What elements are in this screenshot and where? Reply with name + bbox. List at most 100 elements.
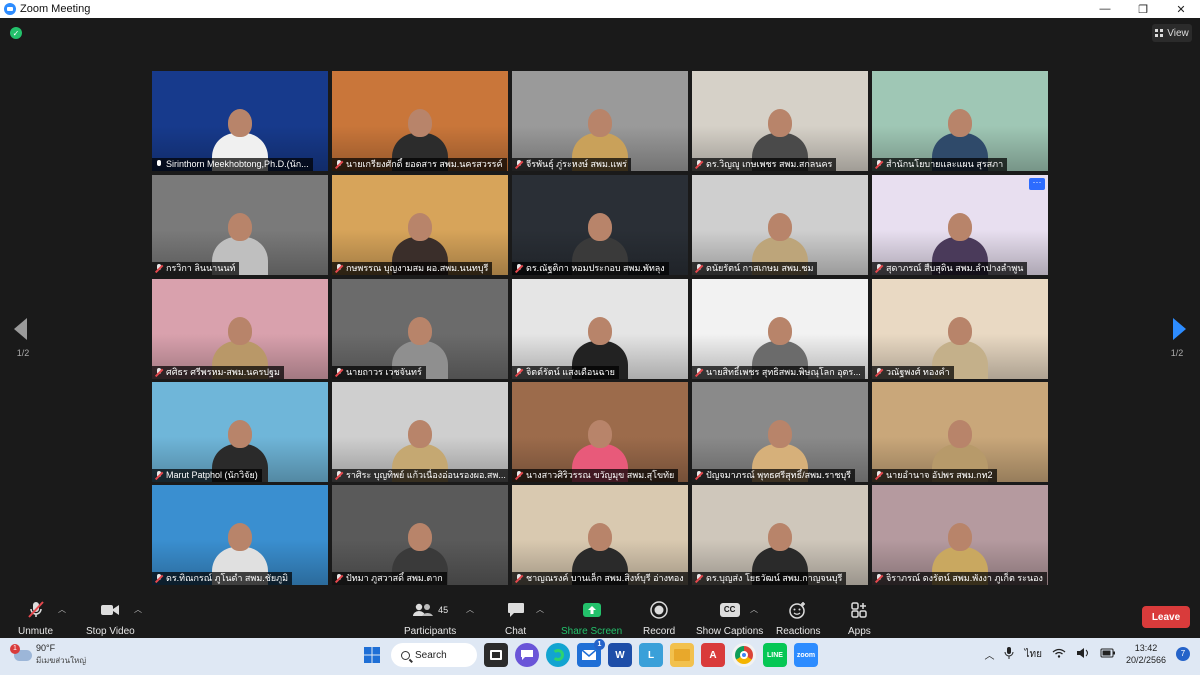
participant-name-bar: ดร.ทิณกรณ์ ภูโนดำ สพม.ชัยภูมิ <box>152 572 293 585</box>
participant-name-bar: ดนัยรัตน์ กาสเกษม สพม.ชม <box>692 262 818 275</box>
leave-button[interactable]: Leave <box>1142 606 1190 628</box>
participant-name-bar: นางสาวศิริวรรณ ขวัญมุข สพม.สุโขทัย <box>512 469 679 482</box>
word-icon[interactable]: W <box>608 643 632 667</box>
participant-video-tile[interactable]: ปัญจมาภรณ์ พุทธศรีสุทธิ์/สพม.ราชบุรี <box>692 382 868 482</box>
weather-widget[interactable]: 1 90°F มีเมฆส่วนใหญ่ <box>10 643 87 667</box>
participant-video-tile[interactable]: ชาญณรงค์ บานเล็ก สพม.สิงห์บุรี อ่างทอง <box>512 485 688 585</box>
weather-description: มีเมฆส่วนใหญ่ <box>36 656 87 665</box>
stop-video-button[interactable]: Stop Video <box>86 600 135 637</box>
participant-name: จิตต์รัตน์ แสงเดือนฉาย <box>526 367 615 377</box>
security-shield-icon[interactable]: ✓ <box>10 27 22 39</box>
wifi-icon[interactable] <box>1052 648 1066 661</box>
chat-caret-icon[interactable]: ︿ <box>536 604 544 615</box>
l-app-icon[interactable]: L <box>639 643 663 667</box>
participant-video-tile[interactable]: ··· สุดาภรณ์ สืบสุดิน สพม.ลำปางลำพูน <box>872 175 1048 275</box>
teams-chat-icon[interactable] <box>515 643 539 667</box>
reactions-button[interactable]: Reactions <box>776 600 820 637</box>
participant-name: ดร.ณัฐติกา หอมประกอบ สพม.พัทลุง <box>526 263 665 273</box>
cloud-weather-icon: 1 <box>10 643 32 661</box>
microphone-muted-icon <box>695 160 703 169</box>
participant-name-bar: วณัฐพงศ์ ทองคำ <box>872 366 954 379</box>
chrome-icon[interactable] <box>732 643 756 667</box>
microphone-muted-icon <box>155 264 163 273</box>
input-language[interactable]: ไทย <box>1024 647 1041 662</box>
participant-video-tile[interactable]: นายถาวร เวชจันทร์ <box>332 279 508 379</box>
stop-video-label: Stop Video <box>86 626 135 637</box>
previous-page-arrow-icon[interactable] <box>14 318 27 340</box>
participant-video-tile[interactable]: ราศิระ บุญทิพย์ แก้วเนื่องอ่อนรองผอ.สพ..… <box>332 382 508 482</box>
notification-count-badge[interactable]: 7 <box>1176 647 1190 661</box>
participant-video-tile[interactable]: จิราภรณ์ ดงรัตน์ สพม.พังงา ภูเก็ต ระนอง <box>872 485 1048 585</box>
participant-video-tile[interactable]: Sirinthorn Meekhobtong,Ph.D.(นัก... <box>152 71 328 171</box>
volume-icon[interactable] <box>1076 647 1090 661</box>
participant-video-tile[interactable]: นายสิทธิ์เพชร สุทธิสพม.พิษณุโลก อุตร... <box>692 279 868 379</box>
record-button[interactable]: Record <box>643 600 675 637</box>
participant-video-tile[interactable]: ดนัยรัตน์ กาสเกษม สพม.ชม <box>692 175 868 275</box>
microphone-muted-icon <box>155 368 163 377</box>
clock-date: 20/2/2566 <box>1125 655 1166 665</box>
participant-video-tile[interactable]: สำนักนโยบายและแผน สุรสภา <box>872 71 1048 171</box>
participant-video-tile[interactable]: จีรพันธุ์ ภู่ระหงษ์ สพม.แพร่ <box>512 71 688 171</box>
zoom-taskbar-icon[interactable]: zoom <box>794 643 818 667</box>
participant-video-tile[interactable]: ดร.วิญญู เกษเพชร สพม.สกลนคร <box>692 71 868 171</box>
mail-icon[interactable]: 1 <box>577 639 605 667</box>
participant-name: ดนัยรัตน์ กาสเกษม สพม.ชม <box>706 263 814 273</box>
participant-name: วณัฐพงศ์ ทองคำ <box>886 367 950 377</box>
participants-caret-icon[interactable]: ︿ <box>466 604 474 615</box>
windows-taskbar: 1 90°F มีเมฆส่วนใหญ่ Search 1 W L A LINE… <box>0 638 1200 675</box>
acrobat-icon[interactable]: A <box>701 643 725 667</box>
microphone-tray-icon[interactable] <box>1004 646 1014 663</box>
participant-video-tile[interactable]: ปัทมา ภูสวาสดิ์ สพม.ตาก <box>332 485 508 585</box>
participant-video-tile[interactable]: กษพรรณ บุญงามสม ผอ.สพม.นนทบุรี <box>332 175 508 275</box>
microphone-muted-icon <box>335 368 343 377</box>
system-tray: ︿ ไทย 13:42 20/2/2566 7 <box>984 642 1190 666</box>
microphone-muted-icon <box>515 471 523 480</box>
task-view-icon[interactable] <box>484 643 508 667</box>
participant-video-tile[interactable]: นางสาวศิริวรรณ ขวัญมุข สพม.สุโขทัย <box>512 382 688 482</box>
restore-button[interactable]: ❐ <box>1124 0 1162 18</box>
participant-video-tile[interactable]: ดร.ณัฐติกา หอมประกอบ สพม.พัทลุง <box>512 175 688 275</box>
tile-more-options-button[interactable]: ··· <box>1029 178 1045 190</box>
show-hidden-icons-caret-icon[interactable]: ︿ <box>984 647 994 662</box>
participant-video-tile[interactable]: นายเกรียงศักดิ์ ยอดสาร สพม.นครสวรรค์ <box>332 71 508 171</box>
captions-caret-icon[interactable]: ︿ <box>750 604 758 615</box>
participant-name-bar: สำนักนโยบายและแผน สุรสภา <box>872 158 1008 171</box>
taskbar-search[interactable]: Search <box>391 643 477 667</box>
file-explorer-icon[interactable] <box>670 643 694 667</box>
participant-video-tile[interactable]: วณัฐพงศ์ ทองคำ <box>872 279 1048 379</box>
battery-icon[interactable] <box>1100 648 1116 661</box>
view-button[interactable]: View <box>1152 24 1192 42</box>
unmute-button[interactable]: Unmute <box>18 600 53 637</box>
participant-video-tile[interactable]: Marut Patphol (นักวิจัย) <box>152 382 328 482</box>
participant-name: ชาญณรงค์ บานเล็ก สพม.สิงห์บุรี อ่างทอง <box>526 573 684 583</box>
next-page-arrow-icon[interactable] <box>1173 318 1186 340</box>
audio-options-caret-icon[interactable]: ︿ <box>58 604 66 615</box>
participants-button[interactable]: 45 Participants <box>404 600 456 637</box>
taskbar-clock[interactable]: 13:42 20/2/2566 <box>1126 642 1166 666</box>
edge-browser-icon[interactable] <box>546 643 570 667</box>
participant-video-tile[interactable]: จิตต์รัตน์ แสงเดือนฉาย <box>512 279 688 379</box>
participant-video-tile[interactable]: นายอำนาจ อัปพร สพม.กท2 <box>872 382 1048 482</box>
microphone-muted-icon <box>695 574 703 583</box>
participant-name: นางสาวศิริวรรณ ขวัญมุข สพม.สุโขทัย <box>526 470 675 480</box>
participant-video-tile[interactable]: กรวิกา ลินนานนท์ <box>152 175 328 275</box>
clock-time: 13:42 <box>1134 643 1158 653</box>
close-button[interactable]: ✕ <box>1162 0 1200 18</box>
participant-video-tile[interactable]: ดร.บุญส่ง โยธวัฒน์ สพม.กาญจนบุรี <box>692 485 868 585</box>
video-options-caret-icon[interactable]: ︿ <box>134 604 142 615</box>
share-screen-button[interactable]: Share Screen <box>561 600 622 637</box>
minimize-button[interactable]: — <box>1086 0 1124 18</box>
line-app-icon[interactable]: LINE <box>763 643 787 667</box>
share-screen-label: Share Screen <box>561 626 623 637</box>
participant-name: ราศิระ บุญทิพย์ แก้วเนื่องอ่อนรองผอ.สพ..… <box>346 470 506 480</box>
participant-name-bar: ปัทมา ภูสวาสดิ์ สพม.ตาก <box>332 572 447 585</box>
windows-start-icon[interactable] <box>360 643 384 667</box>
apps-button[interactable]: Apps <box>848 600 871 637</box>
chat-bubble-icon <box>507 600 525 620</box>
participant-name: กษพรรณ บุญงามสม ผอ.สพม.นนทบุรี <box>346 263 489 273</box>
participant-video-tile[interactable]: ศศิธร ศรีพรหม-สพม.นครปฐม <box>152 279 328 379</box>
chat-button[interactable]: Chat <box>505 600 526 637</box>
participant-name-bar: กษพรรณ บุญงามสม ผอ.สพม.นนทบุรี <box>332 262 493 275</box>
reactions-label: Reactions <box>776 626 821 637</box>
participant-video-tile[interactable]: ดร.ทิณกรณ์ ภูโนดำ สพม.ชัยภูมิ <box>152 485 328 585</box>
